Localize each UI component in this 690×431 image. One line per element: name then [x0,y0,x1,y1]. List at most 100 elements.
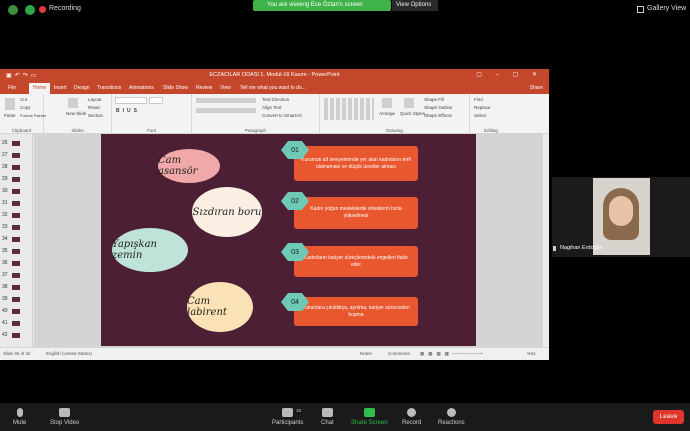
slide-thumbnail[interactable]: 30 [0,186,33,197]
step-box-2[interactable]: Kadın yoğun mesleklerde erkeklerin hızla… [294,197,418,229]
align-text-button[interactable]: Align Text [262,105,281,110]
tab-transitions[interactable]: Transitions [97,85,121,91]
slide-thumbnail-number: 27 [2,152,8,158]
slide-thumbnail[interactable]: 29 [0,174,33,185]
paste-icon[interactable] [5,98,15,110]
chat-icon [321,408,333,417]
slide-thumbnail-number: 33 [2,224,8,230]
slide-thumbnail-number: 29 [2,176,8,182]
reset-button[interactable]: Reset [88,105,100,110]
quick-styles-icon[interactable] [404,98,414,108]
oval-sticky-floor[interactable]: Yapışkan zemin [112,228,188,272]
tab-insert[interactable]: Insert [54,85,67,91]
oval-glass-elevator[interactable]: Cam asansör [158,149,220,183]
zoom-slider[interactable]: −────────+ [452,351,483,356]
convert-smartart-button[interactable]: Convert to SmartArt [262,113,302,118]
group-label: Paragraph [244,128,266,133]
slide-thumbnails-pane[interactable]: 26 27 28 29 30 31 32 33 34 35 36 37 38 39 40 41 42 [0,134,33,347]
stop-video-button[interactable]: Stop Video [50,408,79,426]
slide-thumbnail[interactable]: 42 [0,330,33,341]
cut-button[interactable]: Cut [20,97,27,102]
step-box-3[interactable]: Kadınların kariyer süreçlerindeki engell… [294,246,418,277]
section-button[interactable]: Section [88,113,103,118]
language-indicator[interactable]: English (United States) [46,351,92,356]
reactions-label: Reactions [438,420,465,426]
shapes-gallery-icon[interactable] [324,98,374,120]
find-button[interactable]: Find [474,97,483,102]
tab-file[interactable]: File [8,85,16,91]
slide-thumbnail[interactable]: 34 [0,234,33,245]
tab-slide-show[interactable]: Slide Show [163,85,188,91]
slide-thumbnail[interactable]: 38 [0,282,33,293]
notes-button[interactable]: Notes [360,351,372,356]
quick-styles-button[interactable]: Quick Styles [400,111,425,116]
comments-button[interactable]: Comments [388,351,410,356]
slide-thumbnail-image [12,177,20,182]
mute-button[interactable]: Mute [13,408,26,426]
slide-thumbnail[interactable]: 31 [0,198,33,209]
slide-thumbnail[interactable]: 35 [0,246,33,257]
new-slide-icon[interactable] [68,98,78,108]
gallery-view-button[interactable]: Gallery View [647,5,686,12]
window-controls[interactable]: ▢ – ▢ ✕ [476,71,543,78]
select-button[interactable]: Select [474,113,487,118]
tab-home[interactable]: Home [29,83,51,94]
tell-me-box[interactable]: Tell me what you want to do... [240,85,306,91]
tab-design[interactable]: Design [74,85,90,91]
record-button[interactable]: Record [402,408,421,426]
list-icons[interactable] [196,98,256,103]
slide-thumbnail-image [12,309,20,314]
view-mode-icons[interactable]: ▦▦▦▦ [420,351,453,357]
group-label: Font [146,128,156,133]
ppt-ribbon: Paste Cut Copy Format Painter Clipboard … [0,94,549,134]
oval-glass-labyrinth[interactable]: Cam labirent [187,282,253,332]
new-slide-button[interactable]: New Slide [66,111,86,116]
tab-review[interactable]: Review [196,85,212,91]
encryption-icon[interactable] [25,5,35,15]
slide-thumbnail[interactable]: 26 [0,138,33,149]
layout-button[interactable]: Layout [88,97,102,102]
zoom-level[interactable]: %61 [527,351,536,356]
font-name-box[interactable] [115,97,147,104]
copy-button[interactable]: Copy [20,105,31,110]
share-screen-button[interactable]: Share Screen [351,408,388,426]
slide-thumbnail-image [12,225,20,230]
shield-icon[interactable] [8,5,18,15]
text-direction-button[interactable]: Text Direction [262,97,289,102]
step-box-4[interactable]: Yukarılara çıkıldıkça, ayrılma, kariyer … [294,297,418,326]
view-options-button[interactable]: View Options [392,0,438,11]
paste-button[interactable]: Paste [4,113,16,118]
slide-thumbnail[interactable]: 36 [0,258,33,269]
slide-thumbnail[interactable]: 37 [0,270,33,281]
slide-thumbnail[interactable]: 28 [0,162,33,173]
font-size-box[interactable] [149,97,163,104]
slide-thumbnail[interactable]: 33 [0,222,33,233]
oval-leaky-pipe[interactable]: Sızdıran boru [192,187,262,237]
chat-button[interactable]: Chat [321,408,334,426]
gallery-view-icon[interactable] [637,6,644,13]
participants-label: Participants [272,420,304,426]
font-format-icons[interactable]: BIUS [116,108,140,114]
format-painter-button[interactable]: Format Painter [20,113,46,118]
shape-fill-button[interactable]: Shape Fill [424,97,444,102]
shape-effects-button[interactable]: Shape Effects [424,113,452,118]
vertical-scrollbar[interactable] [543,134,549,347]
slide-thumbnail[interactable]: 40 [0,306,33,317]
alignment-icons[interactable] [196,108,256,113]
slide-thumbnail[interactable]: 27 [0,150,33,161]
slide-thumbnail[interactable]: 41 [0,318,33,329]
shape-outline-button[interactable]: Shape Outline [424,105,453,110]
group-paragraph: Text Direction Align Text Convert to Sma… [192,94,320,134]
slide-canvas[interactable]: Cam asansör Sızdıran boru Yapışkan zemin… [101,134,476,346]
arrange-icon[interactable] [382,98,392,108]
tab-animations[interactable]: Animations [129,85,154,91]
arrange-button[interactable]: Arrange [379,111,395,116]
leave-button[interactable]: Leave [653,410,684,424]
step-box-1[interactable]: Kurumun alt seviyelerinde yer alan kadın… [294,146,418,181]
replace-button[interactable]: Replace [474,105,491,110]
slide-thumbnail[interactable]: 39 [0,294,33,305]
tab-view[interactable]: View [220,85,231,91]
reactions-button[interactable]: Reactions [438,408,465,426]
ppt-share-button[interactable]: Share [530,85,543,91]
slide-thumbnail[interactable]: 32 [0,210,33,221]
